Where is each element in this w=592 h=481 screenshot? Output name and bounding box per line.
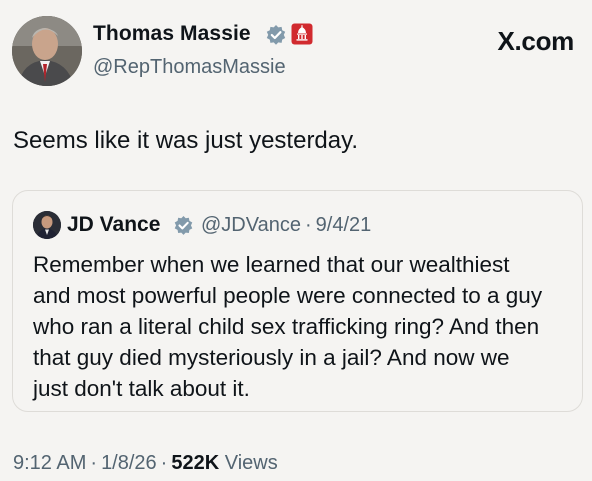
separator-dot: · [160, 452, 168, 474]
quoted-text-line: Remember when we learned that our wealth… [33, 252, 510, 277]
quoted-tweet-card[interactable]: JD Vance @JDVance · 9/4/21 Remember when w… [12, 190, 583, 412]
quoted-author-avatar[interactable] [33, 211, 61, 239]
views-count: 522K [171, 452, 220, 474]
quoted-text-line: that guy died mysteriously in a jail? An… [33, 345, 510, 370]
quoted-text-line: and most powerful people were connected … [33, 283, 543, 308]
quoted-verified-badge-icon [174, 215, 193, 235]
tweet-text: Seems like it was just yesterday. [13, 127, 359, 154]
tweet-time[interactable]: 9:12 AM [13, 452, 86, 474]
quoted-author-name[interactable]: JD Vance [67, 213, 160, 237]
tweet-date[interactable]: 1/8/26 [101, 452, 157, 474]
author-handle[interactable]: @RepThomasMassie [93, 56, 286, 79]
quoted-author-handle[interactable]: @JDVance [201, 214, 301, 236]
author-avatar[interactable] [12, 16, 82, 86]
verified-badge-icon [266, 25, 286, 45]
separator-dot: · [90, 452, 98, 474]
avatar-photo-icon [12, 16, 82, 86]
government-badge-icon [291, 23, 313, 45]
quoted-text-line: who ran a literal child sex trafficking … [33, 314, 540, 339]
quoted-avatar-photo-icon [33, 211, 61, 239]
quoted-text-line: just don't talk about it. [33, 376, 250, 401]
quoted-meta: @JDVance · 9/4/21 [201, 214, 371, 237]
tweet-footer: 9:12 AM · 1/8/26 · 522K Views [13, 452, 278, 475]
views-label: Views [224, 452, 278, 474]
author-name[interactable]: Thomas Massie [93, 22, 251, 46]
site-label: X.com [497, 26, 574, 56]
quoted-tweet-text: Remember when we learned that our wealth… [33, 249, 573, 404]
separator-dot: · [304, 214, 312, 236]
quoted-date[interactable]: 9/4/21 [316, 214, 372, 236]
